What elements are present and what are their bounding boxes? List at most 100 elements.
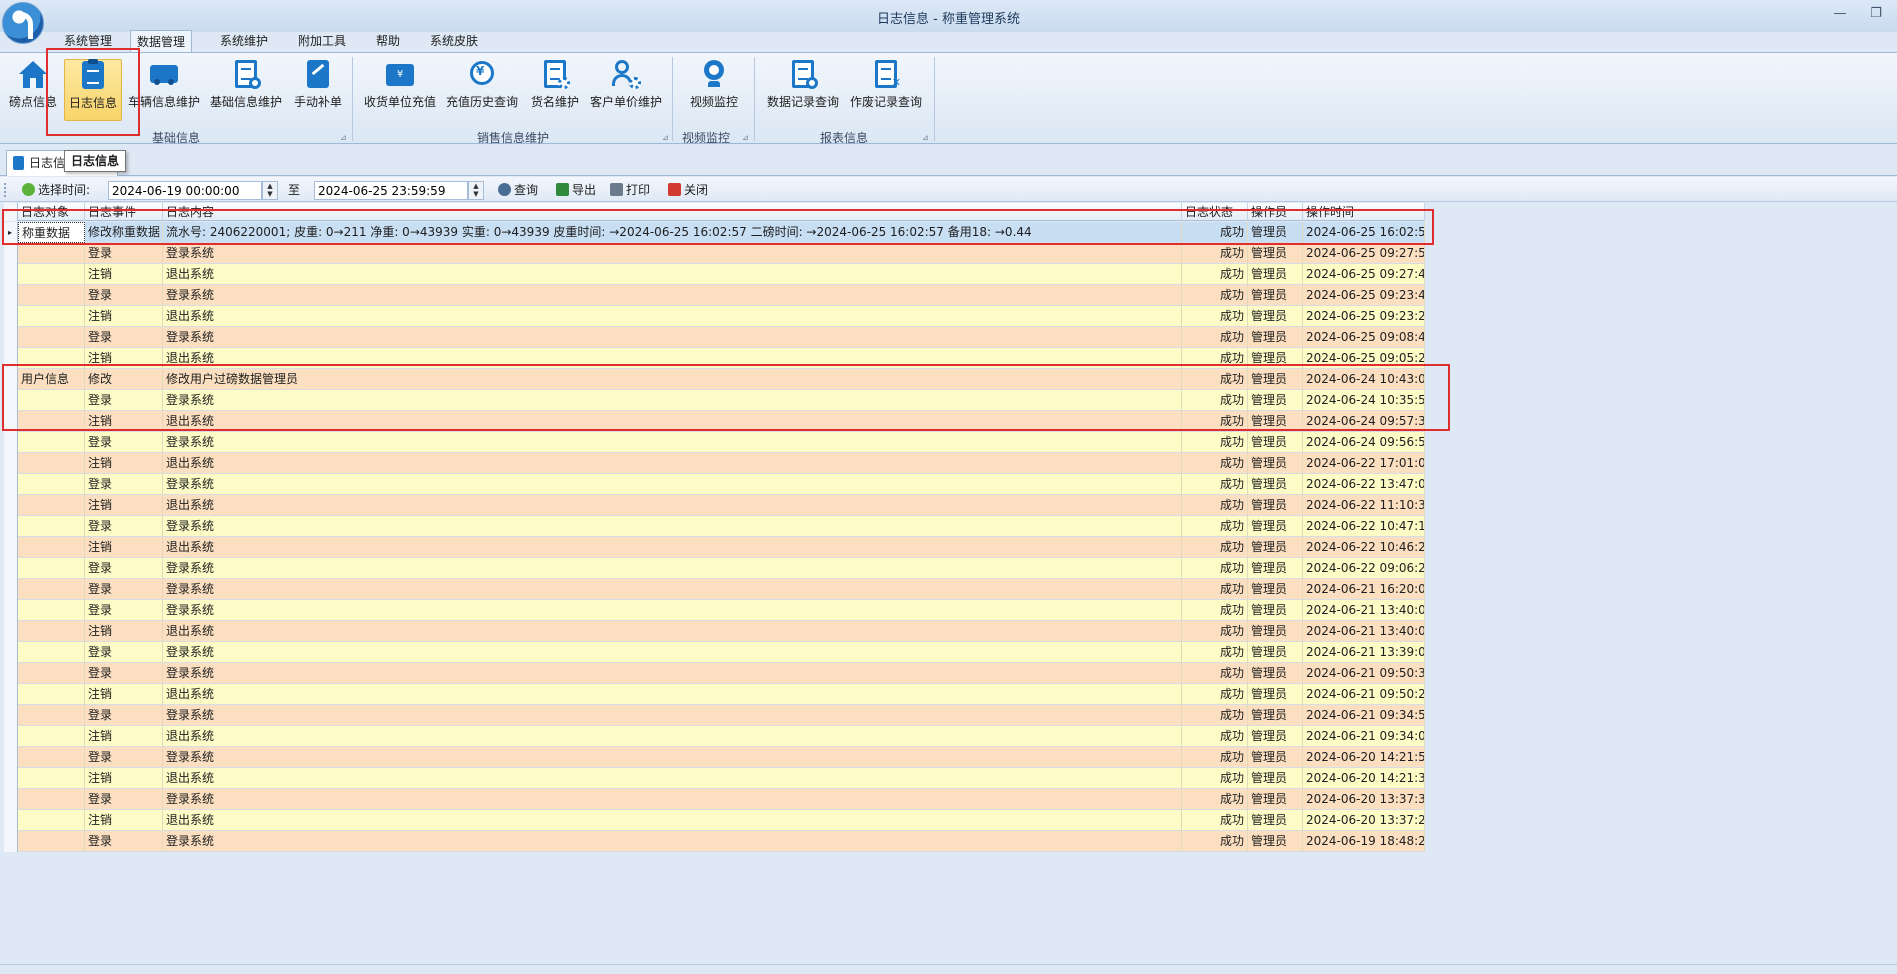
start-time-spinner[interactable]: ▲ ▼: [262, 181, 278, 200]
table-row[interactable]: 注销 退出系统 成功 管理员 2024-06-21 09:50:26: [4, 684, 1425, 705]
operation-time-cell[interactable]: 2024-06-25 09:27:46: [1303, 264, 1425, 285]
operation-time-cell[interactable]: 2024-06-22 11:10:39: [1303, 495, 1425, 516]
log-event-cell[interactable]: 登录: [85, 327, 163, 348]
video-monitor-button[interactable]: 视频监控: [682, 59, 746, 121]
log-event-cell[interactable]: 注销: [85, 621, 163, 642]
row-indicator[interactable]: [4, 474, 18, 495]
log-object-cell[interactable]: [18, 726, 85, 747]
table-row[interactable]: 登录 登录系统 成功 管理员 2024-06-25 09:27:52: [4, 243, 1425, 264]
log-status-cell[interactable]: 成功: [1182, 768, 1248, 789]
operator-cell[interactable]: 管理员: [1248, 222, 1303, 243]
operation-time-cell[interactable]: 2024-06-24 09:56:53: [1303, 432, 1425, 453]
log-event-cell[interactable]: 登录: [85, 516, 163, 537]
table-row[interactable]: 注销 退出系统 成功 管理员 2024-06-20 13:37:25: [4, 810, 1425, 831]
log-content-cell[interactable]: 退出系统: [163, 621, 1182, 642]
log-object-cell[interactable]: [18, 243, 85, 264]
log-status-cell[interactable]: 成功: [1182, 474, 1248, 495]
operation-time-cell[interactable]: 2024-06-25 09:08:46: [1303, 327, 1425, 348]
row-indicator[interactable]: [4, 285, 18, 306]
log-object-cell[interactable]: [18, 642, 85, 663]
log-status-cell[interactable]: 成功: [1182, 285, 1248, 306]
operator-cell[interactable]: 管理员: [1248, 327, 1303, 348]
table-row[interactable]: 登录 登录系统 成功 管理员 2024-06-22 13:47:07: [4, 474, 1425, 495]
log-object-cell[interactable]: [18, 264, 85, 285]
operation-time-cell[interactable]: 2024-06-25 09:23:44: [1303, 285, 1425, 306]
operation-time-cell[interactable]: 2024-06-25 09:23:24: [1303, 306, 1425, 327]
log-object-cell[interactable]: [18, 600, 85, 621]
export-button[interactable]: 导出: [556, 181, 596, 199]
row-indicator[interactable]: [4, 831, 18, 852]
row-indicator[interactable]: [4, 600, 18, 621]
operation-time-cell[interactable]: 2024-06-20 13:37:32: [1303, 789, 1425, 810]
table-row[interactable]: 登录 登录系统 成功 管理员 2024-06-25 09:08:46: [4, 327, 1425, 348]
log-status-cell[interactable]: 成功: [1182, 621, 1248, 642]
log-object-cell[interactable]: [18, 306, 85, 327]
operation-time-cell[interactable]: 2024-06-22 10:47:18: [1303, 516, 1425, 537]
row-indicator[interactable]: [4, 789, 18, 810]
operation-time-cell[interactable]: 2024-06-21 09:34:08: [1303, 726, 1425, 747]
log-status-cell[interactable]: 成功: [1182, 390, 1248, 411]
log-status-cell[interactable]: 成功: [1182, 327, 1248, 348]
operation-time-cell[interactable]: 2024-06-21 09:50:33: [1303, 663, 1425, 684]
log-status-cell[interactable]: 成功: [1182, 831, 1248, 852]
operation-time-cell[interactable]: 2024-06-22 17:01:08: [1303, 453, 1425, 474]
group-launcher-icon[interactable]: ⊿: [662, 133, 669, 142]
operator-cell[interactable]: 管理员: [1248, 747, 1303, 768]
operation-time-cell[interactable]: 2024-06-24 10:35:52: [1303, 390, 1425, 411]
scale-point-info-button[interactable]: 磅点信息: [6, 59, 60, 121]
log-event-cell[interactable]: 注销: [85, 684, 163, 705]
log-content-cell[interactable]: 退出系统: [163, 348, 1182, 369]
row-indicator[interactable]: [4, 726, 18, 747]
end-time-input[interactable]: [314, 181, 468, 200]
log-content-cell[interactable]: 退出系统: [163, 537, 1182, 558]
log-event-cell[interactable]: 登录: [85, 789, 163, 810]
header-operation-time[interactable]: 操作时间: [1303, 203, 1425, 221]
log-status-cell[interactable]: 成功: [1182, 495, 1248, 516]
log-event-cell[interactable]: 登录: [85, 663, 163, 684]
operation-time-cell[interactable]: 2024-06-21 09:34:52: [1303, 705, 1425, 726]
row-indicator[interactable]: [4, 663, 18, 684]
operation-time-cell[interactable]: 2024-06-21 13:40:03: [1303, 621, 1425, 642]
operator-cell[interactable]: 管理员: [1248, 810, 1303, 831]
log-status-cell[interactable]: 成功: [1182, 663, 1248, 684]
row-indicator[interactable]: [4, 705, 18, 726]
log-status-cell[interactable]: 成功: [1182, 747, 1248, 768]
log-content-cell[interactable]: 登录系统: [163, 516, 1182, 537]
log-event-cell[interactable]: 注销: [85, 306, 163, 327]
row-indicator[interactable]: [4, 411, 18, 432]
log-event-cell[interactable]: 注销: [85, 768, 163, 789]
row-indicator[interactable]: [4, 747, 18, 768]
operation-time-cell[interactable]: 2024-06-22 13:47:07: [1303, 474, 1425, 495]
log-content-cell[interactable]: 登录系统: [163, 558, 1182, 579]
row-indicator[interactable]: ▸: [4, 222, 18, 243]
log-status-cell[interactable]: 成功: [1182, 348, 1248, 369]
log-status-cell[interactable]: 成功: [1182, 306, 1248, 327]
log-event-cell[interactable]: 登录: [85, 474, 163, 495]
operator-cell[interactable]: 管理员: [1248, 264, 1303, 285]
log-status-cell[interactable]: 成功: [1182, 411, 1248, 432]
log-event-cell[interactable]: 登录: [85, 705, 163, 726]
log-status-cell[interactable]: 成功: [1182, 600, 1248, 621]
log-object-cell[interactable]: [18, 285, 85, 306]
goods-name-maintenance-button[interactable]: 货名维护: [526, 59, 584, 121]
table-row[interactable]: 注销 退出系统 成功 管理员 2024-06-22 10:46:28: [4, 537, 1425, 558]
operator-cell[interactable]: 管理员: [1248, 579, 1303, 600]
operator-cell[interactable]: 管理员: [1248, 621, 1303, 642]
log-object-cell[interactable]: [18, 516, 85, 537]
log-content-cell[interactable]: 退出系统: [163, 768, 1182, 789]
log-object-cell[interactable]: [18, 327, 85, 348]
table-row[interactable]: 登录 登录系统 成功 管理员 2024-06-20 13:37:32: [4, 789, 1425, 810]
table-row[interactable]: 登录 登录系统 成功 管理员 2024-06-24 10:35:52: [4, 390, 1425, 411]
log-content-cell[interactable]: 退出系统: [163, 495, 1182, 516]
operation-time-cell[interactable]: 2024-06-25 09:27:52: [1303, 243, 1425, 264]
log-object-cell[interactable]: [18, 768, 85, 789]
log-object-cell[interactable]: [18, 537, 85, 558]
log-content-cell[interactable]: 登录系统: [163, 327, 1182, 348]
print-button[interactable]: 打印: [610, 181, 650, 199]
log-object-cell[interactable]: [18, 474, 85, 495]
log-event-cell[interactable]: 登录: [85, 642, 163, 663]
log-event-cell[interactable]: 注销: [85, 726, 163, 747]
log-event-cell[interactable]: 登录: [85, 432, 163, 453]
log-status-cell[interactable]: 成功: [1182, 222, 1248, 243]
row-indicator[interactable]: [4, 369, 18, 390]
